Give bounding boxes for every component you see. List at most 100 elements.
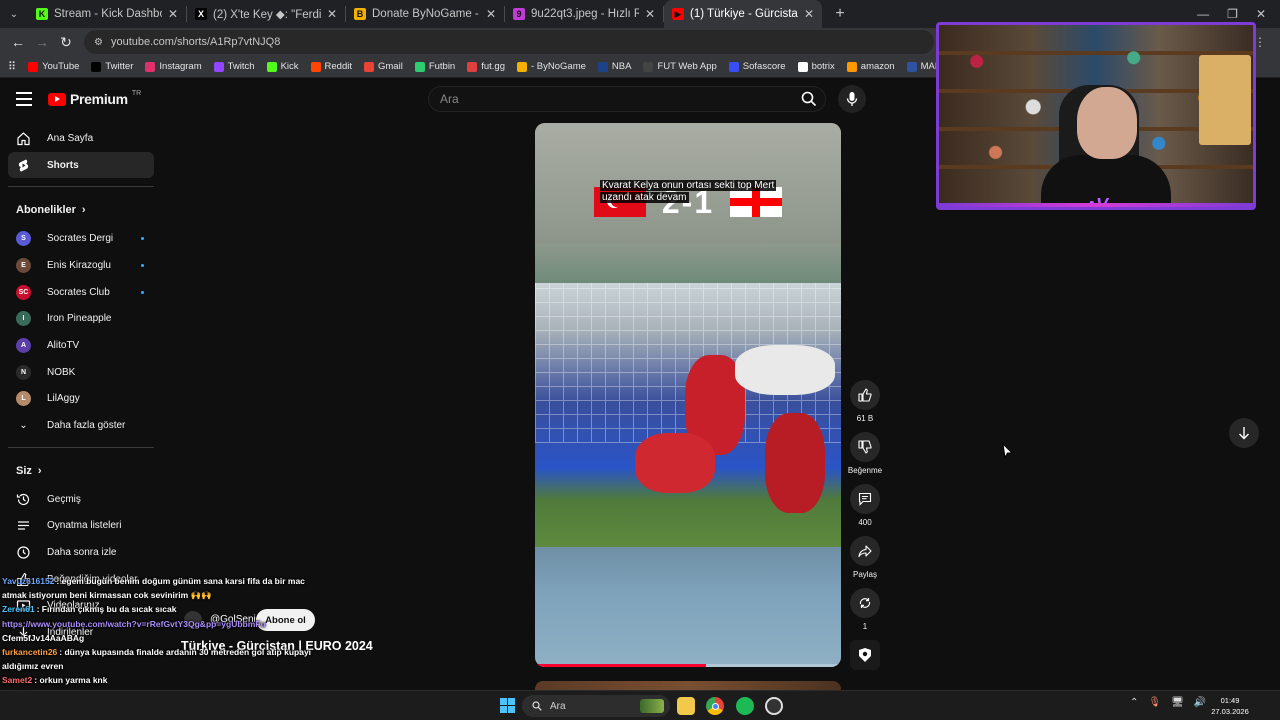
subscription-item[interactable]: SC Socrates Club bbox=[8, 279, 154, 306]
subscription-item[interactable]: E Enis Kirazoglu bbox=[8, 252, 154, 279]
bookmark-favicon-icon bbox=[213, 61, 224, 72]
tab-search-icon[interactable]: ⌄ bbox=[0, 0, 28, 28]
search-input[interactable]: Ara bbox=[428, 86, 826, 112]
browser-tab[interactable]: K Stream - Kick Dashboard ✕ bbox=[28, 0, 186, 28]
subscription-item[interactable]: N NOBK bbox=[8, 359, 154, 386]
chrome-icon[interactable] bbox=[706, 697, 724, 715]
subscription-item[interactable]: A AlitoTV bbox=[8, 332, 154, 359]
channel-avatar: SC bbox=[16, 284, 31, 300]
player-figure bbox=[735, 345, 835, 395]
recording-app-icon[interactable] bbox=[765, 697, 783, 715]
subscription-item[interactable]: I Iron Pineapple bbox=[8, 305, 154, 332]
chat-message: Cfem5fJv14AaABAg bbox=[2, 631, 322, 645]
sidebar-item-ana-sayfa[interactable]: Ana Sayfa bbox=[8, 125, 154, 152]
bookmark-item[interactable]: Sofascore bbox=[728, 61, 786, 72]
tab-close-icon[interactable]: ✕ bbox=[804, 7, 814, 21]
tab-close-icon[interactable]: ✕ bbox=[645, 7, 655, 21]
bookmark-label: - ByNoGame bbox=[531, 61, 586, 72]
subscription-list: S Socrates Dergi E Enis Kirazoglu SC Socrates… bbox=[8, 225, 154, 412]
reload-button[interactable]: ↻ bbox=[54, 30, 78, 54]
subscriptions-header[interactable]: Abonelikler › bbox=[8, 195, 154, 225]
tab-close-icon[interactable]: ✕ bbox=[327, 7, 337, 21]
bookmark-item[interactable]: NBA bbox=[597, 61, 631, 72]
clock[interactable]: 01:49 27.03.2026 bbox=[1210, 695, 1250, 717]
network-icon[interactable]: 🖥 bbox=[1171, 697, 1184, 708]
search-button[interactable] bbox=[792, 86, 826, 112]
remix-button[interactable] bbox=[850, 588, 880, 618]
tab-close-icon[interactable]: ✕ bbox=[168, 7, 178, 21]
subscription-item[interactable]: S Socrates Dergi bbox=[8, 225, 154, 252]
bookmark-item[interactable]: - ByNoGame bbox=[517, 61, 586, 72]
chat-text: : orkun yarma knk bbox=[34, 675, 108, 686]
microphone-icon[interactable]: 🎙 bbox=[1148, 697, 1161, 708]
back-button[interactable]: ← bbox=[6, 30, 30, 54]
youtube-logo[interactable]: Premium TR bbox=[48, 90, 141, 107]
volume-icon[interactable]: 🔊 bbox=[1194, 697, 1206, 708]
playlist-icon bbox=[16, 518, 31, 533]
comment-action: 400 bbox=[848, 484, 882, 530]
voice-search-button[interactable] bbox=[838, 85, 866, 113]
like-button[interactable] bbox=[850, 380, 880, 410]
bookmark-item[interactable]: Futbin bbox=[414, 61, 455, 72]
address-bar[interactable]: ⚙ youtube.com/shorts/A1Rp7vtNJQ8 bbox=[84, 30, 934, 54]
chat-message: https://www.youtube.com/watch?v=rRefGvtY… bbox=[2, 617, 322, 631]
taskbar-search-placeholder: Ara bbox=[550, 700, 566, 712]
start-button[interactable] bbox=[500, 698, 515, 713]
minimize-icon[interactable]: — bbox=[1197, 7, 1209, 21]
file-explorer-icon[interactable] bbox=[677, 697, 695, 715]
sidebar-item-playlist[interactable]: Oynatma listeleri bbox=[8, 513, 154, 540]
next-short-button[interactable] bbox=[1229, 418, 1259, 448]
bookmark-item[interactable]: Instagram bbox=[145, 61, 202, 72]
bookmark-favicon-icon bbox=[91, 61, 102, 72]
bookmark-item[interactable]: botrix bbox=[797, 61, 835, 72]
sidebar-item-shorts[interactable]: Shorts bbox=[8, 151, 154, 179]
channel-logo-icon bbox=[859, 648, 871, 662]
browser-tab[interactable]: ▶ (1) Türkiye - Gürcistan | EUR ✕ bbox=[664, 0, 822, 28]
dislike-button[interactable] bbox=[850, 432, 880, 462]
bookmark-item[interactable]: amazon bbox=[846, 61, 895, 72]
browser-tab[interactable]: 9 9u22qt3.jpeg - Hızlı Resim ✕ bbox=[505, 0, 663, 28]
subscription-item[interactable]: L LilAggy bbox=[8, 386, 154, 413]
bookmark-item[interactable]: FUT Web App bbox=[643, 61, 717, 72]
mic-icon bbox=[846, 92, 858, 106]
video-progress-fill bbox=[535, 664, 707, 667]
show-more-button[interactable]: ⌄ Daha fazla göster bbox=[8, 412, 154, 439]
like-count: 61 B bbox=[856, 414, 874, 423]
sidebar-item-history[interactable]: Geçmiş bbox=[8, 486, 154, 513]
video-progress-bar[interactable] bbox=[535, 664, 841, 667]
bookmark-favicon-icon bbox=[467, 61, 478, 72]
bookmark-item[interactable]: Twitter bbox=[91, 61, 133, 72]
maximize-icon[interactable]: ❐ bbox=[1227, 7, 1238, 21]
close-window-icon[interactable]: ✕ bbox=[1256, 7, 1266, 21]
search-icon bbox=[532, 701, 542, 711]
bookmark-item[interactable]: Gmail bbox=[364, 61, 403, 72]
sidebar-item-watch-later[interactable]: Daha sonra izle bbox=[8, 539, 154, 566]
apps-icon[interactable]: ⠿ bbox=[8, 60, 16, 73]
chat-message: aldığımız evren bbox=[2, 659, 322, 673]
bookmark-item[interactable]: Reddit bbox=[310, 61, 352, 72]
browser-menu-icon[interactable]: ⋮ bbox=[1254, 35, 1280, 49]
new-tab-button[interactable]: + bbox=[828, 2, 852, 26]
share-button[interactable] bbox=[850, 536, 880, 566]
comments-button[interactable] bbox=[850, 484, 880, 514]
remix-action: 1 bbox=[848, 588, 882, 634]
chevron-up-icon[interactable]: ⌃ bbox=[1130, 697, 1138, 708]
dislike-label: Beğenme bbox=[847, 466, 883, 475]
taskbar-search[interactable]: Ara bbox=[522, 695, 670, 717]
site-info-icon[interactable]: ⚙ bbox=[94, 37, 103, 48]
guide-menu-icon[interactable] bbox=[16, 92, 32, 106]
dislike-action: Beğenme bbox=[848, 432, 882, 478]
channel-avatar-button[interactable] bbox=[850, 640, 880, 670]
forward-button[interactable]: → bbox=[30, 30, 54, 54]
tab-close-icon[interactable]: ✕ bbox=[486, 7, 496, 21]
bookmark-item[interactable]: Kick bbox=[266, 61, 299, 72]
browser-tab[interactable]: B Donate ByNoGame - Gelen/Gid ✕ bbox=[346, 0, 504, 28]
spotify-icon[interactable] bbox=[736, 697, 754, 715]
bookmark-item[interactable]: fut.gg bbox=[467, 61, 505, 72]
bookmark-item[interactable]: YouTube bbox=[28, 61, 79, 72]
bookmark-favicon-icon bbox=[728, 61, 739, 72]
bookmark-item[interactable]: Twitch bbox=[213, 61, 255, 72]
browser-tab[interactable]: X (2) X'te Key ◆: "Ferdi Kadıoğlu ✕ bbox=[187, 0, 345, 28]
taskbar: Ara ⌃ 🎙 🖥 🔊 01:49 27.03.2026 bbox=[0, 690, 1280, 720]
you-header[interactable]: Siz › bbox=[8, 456, 154, 486]
